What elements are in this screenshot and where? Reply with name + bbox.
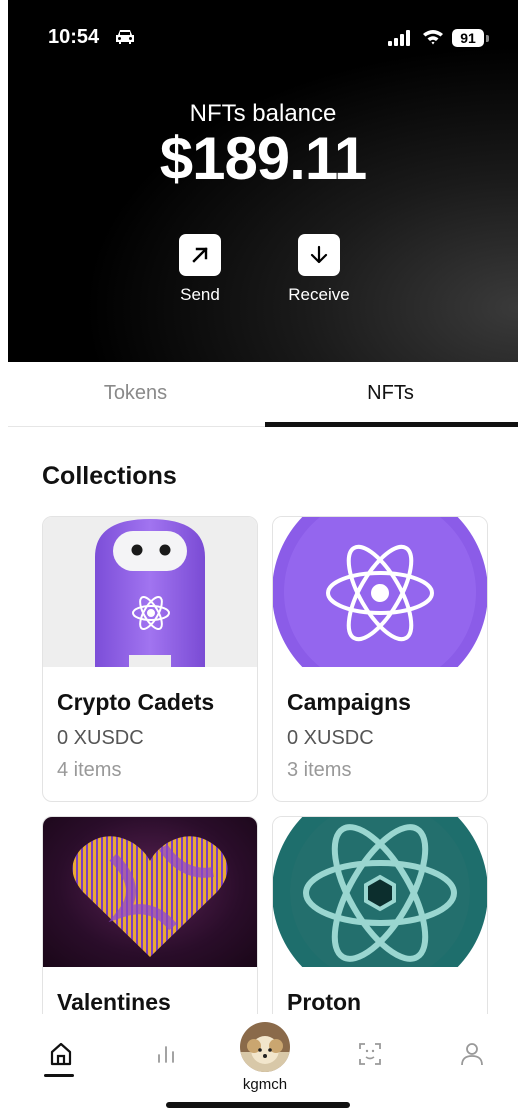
scan-icon[interactable]	[354, 1038, 386, 1070]
send-button[interactable]: Send	[160, 234, 240, 305]
battery-tip	[486, 35, 489, 42]
collection-card-campaigns[interactable]: Campaigns 0 XUSDC 3 items	[272, 516, 488, 802]
atom-coin-image	[273, 517, 487, 667]
balance-value: $189.11	[159, 125, 368, 192]
collection-value: 0 XUSDC	[287, 727, 374, 749]
proton-atom-image	[273, 817, 487, 967]
balance-header: 10:54 91 NFTs balance $189.11 Send Recei…	[8, 0, 518, 362]
car-icon	[116, 30, 134, 44]
dog-avatar-image	[240, 1022, 290, 1072]
collection-thumbnail	[43, 517, 257, 667]
avatar[interactable]	[240, 1022, 290, 1072]
collections-title: Collections	[42, 462, 177, 490]
collection-thumbnail	[273, 517, 487, 667]
home-indicator-bar	[166, 1102, 350, 1108]
collection-card-crypto-cadets[interactable]: Crypto Cadets 0 XUSDC 4 items	[42, 516, 258, 802]
user-icon[interactable]	[456, 1038, 488, 1070]
receive-button[interactable]: Receive	[279, 234, 359, 305]
tab-nfts[interactable]: NFTs	[263, 362, 518, 427]
receive-label: Receive	[288, 285, 350, 304]
cadet-character-image	[95, 519, 205, 667]
collection-name: Proton	[287, 989, 362, 1015]
arrow-down-icon	[310, 245, 328, 264]
bottom-nav: kgmch	[8, 1014, 518, 1116]
collection-thumbnail	[273, 817, 487, 967]
battery-indicator: 91	[452, 29, 484, 47]
collection-thumbnail	[43, 817, 257, 967]
collection-item-count: 4 items	[57, 759, 122, 781]
collection-item-count: 3 items	[287, 759, 352, 781]
active-indicator	[44, 1074, 74, 1077]
receive-icon-box	[298, 234, 340, 276]
collection-name: Crypto Cadets	[57, 689, 215, 715]
status-time: 10:54	[48, 26, 100, 48]
arrow-up-right-icon	[192, 247, 208, 263]
cellular-signal-icon	[388, 30, 410, 46]
collection-value: 0 XUSDC	[57, 727, 144, 749]
app-screen: 10:54 91 NFTs balance $189.11 Send Recei…	[8, 0, 518, 1116]
collection-name: Valentines	[57, 989, 171, 1015]
tab-tokens[interactable]: Tokens	[8, 362, 263, 426]
chart-icon[interactable]	[150, 1038, 182, 1070]
send-icon-box	[179, 234, 221, 276]
heart-image	[72, 836, 228, 957]
asset-tabs: Tokens NFTs	[8, 362, 518, 427]
home-icon[interactable]	[45, 1038, 77, 1070]
status-bar: 10:54 91	[8, 26, 518, 54]
collection-name: Campaigns	[287, 689, 411, 715]
wifi-icon	[423, 30, 443, 45]
send-label: Send	[180, 285, 220, 304]
username-label: kgmch	[242, 1076, 288, 1093]
